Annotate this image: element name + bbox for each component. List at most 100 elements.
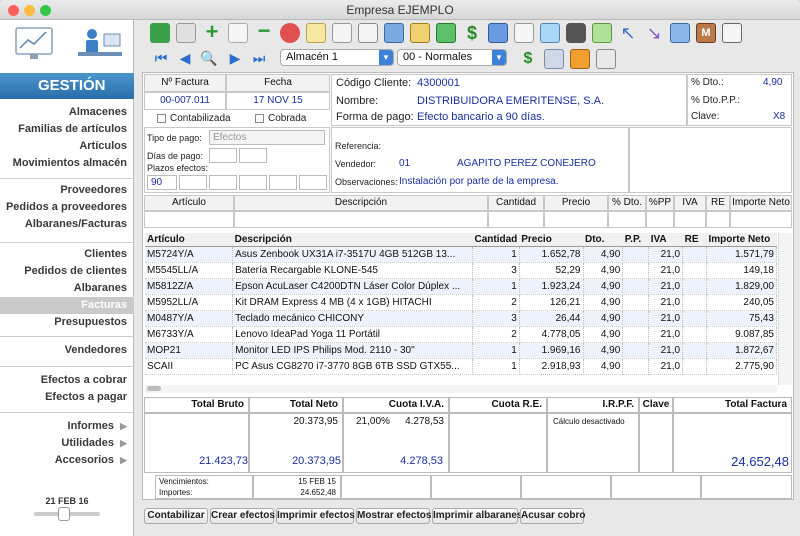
sidebar-item-vendedores[interactable]: Vendedores <box>0 342 134 359</box>
col-pp[interactable]: P.P. <box>622 233 649 247</box>
plazo-field-3[interactable] <box>209 175 237 190</box>
payment-icon[interactable]: $ <box>518 49 538 69</box>
col-iva[interactable]: IVA <box>648 233 683 247</box>
sidebar-item-pedidos-proveedores[interactable]: Pedidos a proveedores <box>0 199 134 216</box>
mostrar-efectos-button[interactable]: Mostrar efectos <box>356 508 431 524</box>
codigo-field[interactable]: 4300001 <box>417 77 460 89</box>
new-record-icon[interactable] <box>150 23 170 43</box>
copy-icon[interactable] <box>176 23 196 43</box>
entry-articulo-input[interactable] <box>144 211 234 228</box>
transfer-icon[interactable] <box>570 49 590 69</box>
table-row[interactable]: M5545LL/A Batería Recargable KLONE-545 3 52… <box>145 262 777 279</box>
dias-pago-1[interactable] <box>209 148 237 163</box>
plazo-field-2[interactable] <box>179 175 207 190</box>
nfactura-field[interactable]: 00-007.011 <box>144 92 226 110</box>
dias-pago-2[interactable] <box>239 148 267 163</box>
slider-knob[interactable] <box>58 507 70 521</box>
col-descripcion[interactable]: Descripción <box>232 233 473 247</box>
edit-icon[interactable] <box>228 23 248 43</box>
entry-re-input[interactable] <box>706 211 730 228</box>
last-record-icon[interactable]: ⏭ <box>250 49 268 67</box>
tools-icon[interactable] <box>544 49 564 69</box>
sidebar-item-pedidos-clientes[interactable]: Pedidos de clientes <box>0 263 134 280</box>
sidebar-item-familias[interactable]: Familias de artículos <box>0 121 134 138</box>
date-slider[interactable] <box>34 507 100 521</box>
folders-icon[interactable] <box>670 23 690 43</box>
col-cantidad[interactable]: Cantidad <box>472 233 520 247</box>
print-icon[interactable] <box>596 49 616 69</box>
close-window-button[interactable] <box>8 5 19 16</box>
sidebar-item-movimientos[interactable]: Movimientos almacén <box>0 155 134 172</box>
clave-field[interactable]: X8 <box>773 111 785 122</box>
table-row[interactable]: M6733Y/A Lenovo IdeaPad Yoga 11 Portátil 2… <box>145 326 777 343</box>
sidebar-item-proveedores[interactable]: Proveedores <box>0 182 134 199</box>
table-row[interactable]: M5724Y/A Asus Zenbook UX31A i7-3517U 4GB … <box>145 246 777 263</box>
scroll-thumb[interactable] <box>147 386 161 391</box>
add-icon[interactable]: + <box>202 21 222 43</box>
col-importe[interactable]: Importe Neto <box>706 233 777 247</box>
windows-icon[interactable] <box>384 23 404 43</box>
crear-efectos-button[interactable]: Crear efectos <box>210 508 275 524</box>
sidebar-item-presupuestos[interactable]: Presupuestos <box>0 314 134 331</box>
entry-importe-input[interactable] <box>730 211 792 228</box>
vertical-scrollbar[interactable] <box>778 233 792 385</box>
table-row[interactable]: SCAII PC Asus CG8270 i7-3770 8GB 6TB SSD … <box>145 358 777 375</box>
camera-icon[interactable] <box>566 23 586 43</box>
tipo-pago-select[interactable]: Efectos <box>209 130 325 145</box>
sidebar-item-almacenes[interactable]: Almacenes <box>0 104 134 121</box>
sidebar-item-efectos-cobrar[interactable]: Efectos a cobrar <box>0 372 134 389</box>
manual-icon[interactable]: M <box>696 23 716 43</box>
entry-pp-input[interactable] <box>646 211 674 228</box>
previous-record-icon[interactable]: ◀ <box>176 49 194 67</box>
entry-descripcion-input[interactable] <box>234 211 488 228</box>
fecha-field[interactable]: 17 NOV 15 <box>226 92 330 110</box>
entry-cantidad-input[interactable] <box>488 211 544 228</box>
observaciones-field[interactable]: Instalación por parte de la empresa. <box>399 176 559 187</box>
col-re[interactable]: RE <box>682 233 707 247</box>
next-record-icon[interactable]: ▶ <box>226 49 244 67</box>
vendedor-code[interactable]: 01 <box>399 158 410 169</box>
sidebar-item-utilidades[interactable]: Utilidades ▶ <box>0 435 134 452</box>
contabilizar-button[interactable]: Contabilizar <box>144 508 208 524</box>
horizontal-scrollbar[interactable] <box>145 385 777 393</box>
sidebar-item-efectos-pagar[interactable]: Efectos a pagar <box>0 389 134 406</box>
col-precio[interactable]: Precio <box>519 233 583 247</box>
table-row[interactable]: MOP21 Monitor LED IPS Philips Mod. 2110 -… <box>145 342 777 359</box>
export-icon[interactable] <box>410 23 430 43</box>
sidebar-item-albaranes[interactable]: Albaranes <box>0 280 134 297</box>
note-icon[interactable] <box>306 23 326 43</box>
grid-icon[interactable] <box>358 23 378 43</box>
arrow-down-right-icon[interactable]: ↘ <box>644 23 664 43</box>
table-row[interactable]: M5952LL/A Kit DRAM Express 4 MB (4 x 1GB)… <box>145 294 777 311</box>
dto-field[interactable]: 4,90 <box>763 77 782 88</box>
forma-pago-field[interactable]: Efecto bancario a 90 días. <box>417 111 545 123</box>
document-icon[interactable] <box>592 23 612 43</box>
sidebar-item-albaranes-facturas[interactable]: Albaranes/Facturas <box>0 216 134 233</box>
imprimir-efectos-button[interactable]: Imprimir efectos <box>276 508 355 524</box>
first-record-icon[interactable]: ⏮ <box>152 49 170 67</box>
contabilizada-checkbox[interactable]: Contabilizada <box>157 113 231 124</box>
table-row[interactable]: M0487Y/A Teclado mecánico CHICONY 3 26,44 4,… <box>145 310 777 327</box>
tarifa-select[interactable]: 00 - Normales ▼ <box>397 49 507 66</box>
sidebar-item-accesorios[interactable]: Accesorios ▶ <box>0 452 134 469</box>
nombre-field[interactable]: DISTRIBUIDORA EMERITENSE, S.A. <box>417 95 604 107</box>
notes-box[interactable] <box>629 127 792 193</box>
plazo-field-6[interactable] <box>299 175 327 190</box>
sidebar-item-clientes[interactable]: Clientes <box>0 246 134 263</box>
table-row[interactable]: M5812Z/A Epson AcuLaser C4200DTN Láser Co… <box>145 278 777 295</box>
imprimir-albaranes-button[interactable]: Imprimir albaranes <box>432 508 522 524</box>
col-dto[interactable]: Dto. <box>583 233 623 247</box>
money-icon[interactable]: $ <box>462 23 482 43</box>
sidebar-item-facturas[interactable]: Facturas <box>0 297 134 314</box>
minimize-window-button[interactable] <box>24 5 35 16</box>
almacen-select[interactable]: Almacén 1 ▼ <box>280 49 394 66</box>
entry-iva-input[interactable] <box>674 211 706 228</box>
image-icon[interactable] <box>540 23 560 43</box>
acusar-cobro-button[interactable]: Acusar cobro <box>520 508 585 524</box>
list-icon[interactable] <box>514 23 534 43</box>
plazo-field-5[interactable] <box>269 175 297 190</box>
entry-dto-input[interactable] <box>608 211 646 228</box>
update-icon[interactable] <box>436 23 456 43</box>
sidebar-item-informes[interactable]: Informes ▶ <box>0 418 134 435</box>
entry-precio-input[interactable] <box>544 211 608 228</box>
